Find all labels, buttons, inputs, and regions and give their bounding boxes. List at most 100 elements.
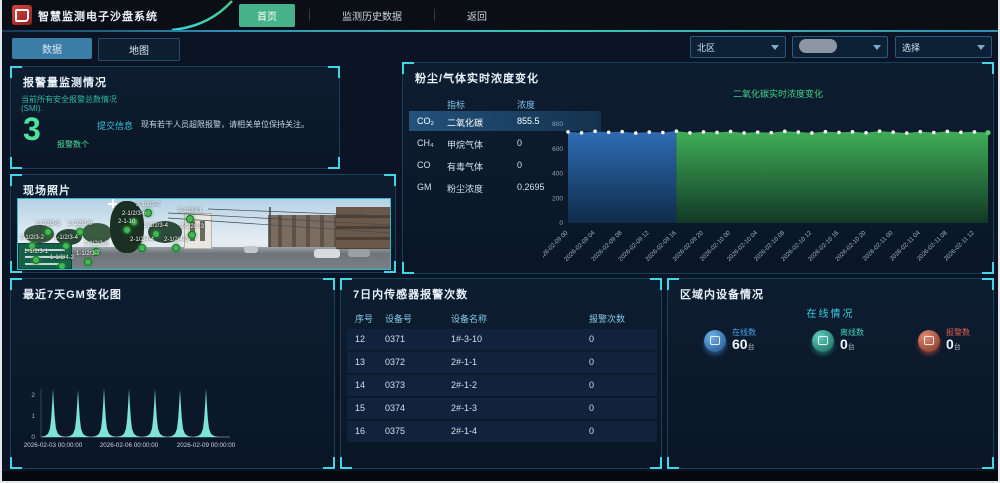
data-view-button[interactable]: 数据 [12, 38, 92, 59]
sensor-marker[interactable]: 1-1/2/3-4 [54, 235, 78, 250]
map-view-button[interactable]: 地图 [98, 38, 180, 61]
sensor-marker-label: 1-1/2/3-6 [68, 221, 92, 227]
device-select[interactable] [792, 36, 888, 58]
corner-accent [328, 66, 340, 78]
alarm-table-row[interactable]: 1503742#-1-30 [347, 398, 657, 419]
alarm-cell: 0 [589, 334, 594, 344]
corner-accent [982, 62, 994, 74]
corner-accent [384, 174, 396, 186]
col-device-name: 设备名称 [451, 312, 487, 325]
stat-alarm: 报警数 0台 [918, 327, 970, 354]
sensor-marker[interactable]: 1-1/2/3-7 [76, 251, 100, 266]
footer-bar [2, 471, 998, 483]
svg-text:0: 0 [559, 220, 563, 227]
gm-trend-panel: 最近7天GM变化图 0122026-02-03 00:00:002026-02-… [10, 278, 335, 469]
site-photo[interactable]: 2-1/2/3-72-1/2/3-12-1/2/3-62-1-102-1/2/3… [17, 198, 391, 270]
type-select[interactable]: 选择 [895, 36, 992, 58]
sensor-marker[interactable]: 2-1/2/3-1 [178, 208, 202, 223]
panel-title: 现场照片 [23, 182, 71, 198]
alarm-cell: 2#-1-3 [451, 403, 477, 413]
svg-text:1: 1 [31, 413, 35, 420]
sensor-marker-label: 2-1/2/3-1 [178, 208, 202, 214]
sensor-marker[interactable]: 1-1/2/3-5 [36, 221, 60, 236]
nav-divider [309, 9, 310, 21]
sensor-marker-label: 2-1/2/3-4 [144, 223, 168, 229]
alarm-cell: 0371 [385, 334, 405, 344]
region-select[interactable]: 北区 [690, 36, 786, 58]
co2-chart[interactable]: 二氧化碳实时浓度变化02004006008002026-02-09 002026… [543, 81, 993, 271]
col-index: 序号 [355, 312, 373, 325]
sensor-marker[interactable]: 2-1/2/4-3 [164, 237, 188, 252]
corner-accent [323, 278, 335, 290]
sensor-marker[interactable]: 1-1/2/3-6 [68, 221, 92, 236]
alarm-table-row[interactable]: 1203711#-3-100 [347, 329, 657, 350]
nav-divider [434, 9, 435, 21]
alarm-cell: 13 [355, 357, 365, 367]
alarm-cell: 12 [355, 334, 365, 344]
alarm-table-row[interactable]: 1403732#-1-20 [347, 375, 657, 396]
alarm-cell: 2#-1-4 [451, 426, 477, 436]
sensor-marker-label: 1-1/2/3-1 [24, 249, 48, 255]
gas-cell: CO [417, 160, 431, 170]
sensor-dot-icon [84, 258, 92, 266]
selected-value-pill [799, 39, 837, 53]
app-title: 智慧监测电子沙盘系统 [38, 8, 158, 24]
corner-accent [650, 278, 662, 290]
sensor-dot-icon [58, 262, 66, 270]
sensor-marker-label: 1-1/2/3-5 [36, 221, 60, 227]
sensor-marker-label: 1-1/2/3-8 [84, 241, 108, 247]
device-online-icon [704, 330, 726, 352]
svg-text:二氧化碳实时浓度变化: 二氧化碳实时浓度变化 [733, 88, 823, 99]
sensor-marker-label: 1-1/2/3-4 [54, 235, 78, 241]
sensor-marker[interactable]: 2-1-10 [118, 219, 135, 234]
gm-chart[interactable]: 0122026-02-03 00:00:002026-02-06 00:00:0… [15, 365, 255, 465]
main-nav: 首页 监测历史数据 返回 [239, 0, 505, 30]
sensor-marker[interactable]: 2-1/2/3-4 [144, 223, 168, 238]
alarm-cell: 0375 [385, 426, 405, 436]
panel-title: 粉尘/气体实时浓度变化 [415, 70, 539, 86]
gas-cell: 855.5 [517, 116, 540, 126]
alarm-table-row[interactable]: 1303722#-1-10 [347, 352, 657, 373]
tab-history-data[interactable]: 监测历史数据 [324, 4, 420, 27]
sensor-dot-icon [188, 231, 196, 239]
sensor-marker[interactable]: 2-1/2/4-4 [130, 237, 154, 252]
tab-back[interactable]: 返回 [449, 4, 505, 27]
sensor-dot-icon [172, 244, 180, 252]
corner-accent [982, 457, 994, 469]
sensor-marker-label: 2-1/2/3-6 [122, 211, 146, 217]
app-header: 智慧监测电子沙盘系统 首页 监测历史数据 返回 [2, 0, 998, 30]
sensor-marker-label: 1-1/2/4-2 [50, 255, 74, 261]
corner-accent [323, 457, 335, 469]
sensor-dot-icon [32, 256, 40, 264]
gas-cell: 有毒气体 [447, 160, 483, 173]
gas-cell: CO₂ [417, 116, 434, 126]
alarm-summary-panel: 报警量监测情况 当前所有安全报警总数情况 (SMI). 3 报警数个 提交信息 … [10, 66, 340, 169]
panel-title: 7日内传感器报警次数 [353, 286, 468, 302]
gas-cell: 二氧化碳 [447, 116, 483, 129]
sensor-marker[interactable]: 1-1/2/3-1 [24, 249, 48, 264]
gas-cell: 甲烷气体 [447, 138, 483, 151]
alarm-cell: 0 [589, 357, 594, 367]
device-status-panel: 区域内设备情况 在线情况 在线数 60台 离线数 0台 报警数 0台 [667, 278, 994, 469]
site-photo-panel: 现场照片 2-1/2/3- [10, 174, 396, 273]
svg-text:2: 2 [31, 392, 35, 399]
submit-info-link[interactable]: 提交信息 [97, 119, 133, 132]
sensor-marker[interactable]: 1-1/2/3-2 [20, 235, 44, 250]
panel-title: 区域内设备情况 [680, 286, 764, 302]
device-offline-icon [812, 330, 834, 352]
tab-home[interactable]: 首页 [239, 4, 295, 27]
sensor-dot-icon [123, 226, 131, 234]
device-alarm-icon [918, 330, 940, 352]
alarm-cell: 0372 [385, 357, 405, 367]
sensor-marker[interactable]: 1-1/2/4-2 [50, 255, 74, 270]
alarm-count-unit: 报警数个 [57, 139, 89, 150]
corner-accent [328, 157, 340, 169]
svg-text:2026-02-06 00:00:00: 2026-02-06 00:00:00 [100, 442, 159, 449]
alarm-table-row[interactable]: 1603752#-1-40 [347, 421, 657, 442]
header-accent-line [2, 30, 998, 32]
svg-text:600: 600 [552, 146, 563, 153]
sensor-dot-icon [62, 242, 70, 250]
app-logo-icon [12, 5, 32, 25]
sensor-dot-icon [186, 215, 194, 223]
alarm-cell: 0 [589, 426, 594, 436]
